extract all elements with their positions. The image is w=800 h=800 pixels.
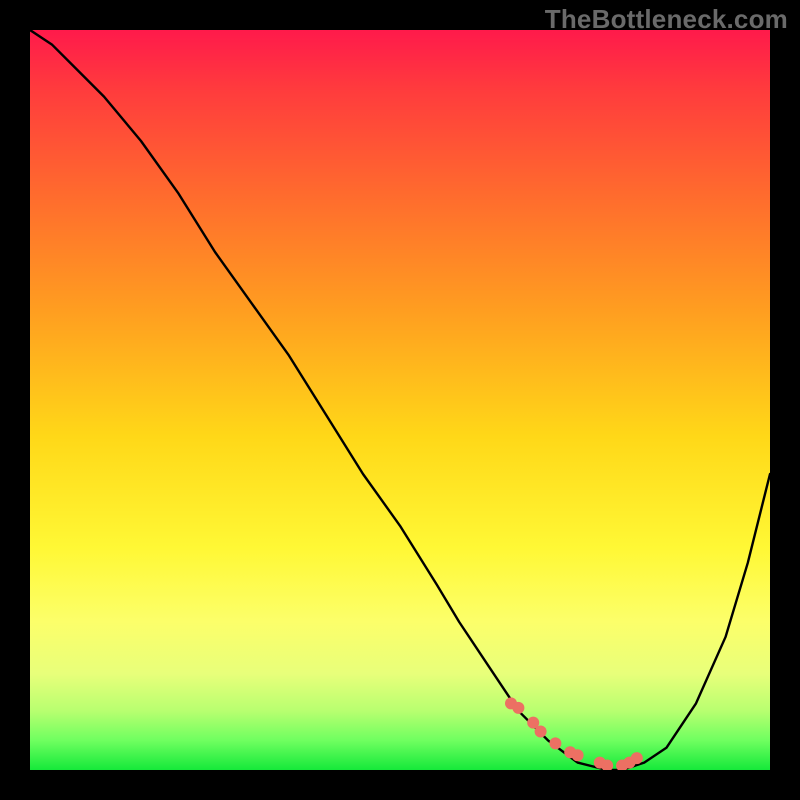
chart-stage: TheBottleneck.com [0, 0, 800, 800]
marker-dot [512, 702, 524, 714]
marker-dot [535, 726, 547, 738]
marker-dot [631, 752, 643, 764]
plot-area [30, 30, 770, 770]
marker-dot [572, 749, 584, 761]
marker-dot [549, 737, 561, 749]
optimal-range-markers [505, 697, 643, 770]
markers-layer [30, 30, 770, 770]
